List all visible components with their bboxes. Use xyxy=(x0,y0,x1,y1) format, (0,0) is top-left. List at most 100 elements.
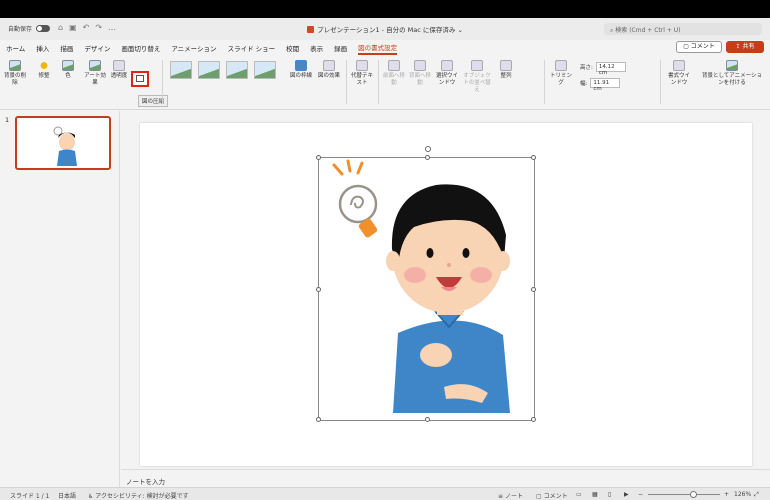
save-icon[interactable]: ▣ xyxy=(69,23,77,32)
width-field[interactable]: 11.91 cm xyxy=(590,78,621,92)
color-icon xyxy=(62,60,74,71)
accessibility-status[interactable]: ♿ アクセシビリティ: 検討が必要です xyxy=(88,491,189,500)
language-indicator[interactable]: 日本語 xyxy=(58,491,76,500)
resize-handle-b[interactable] xyxy=(425,417,430,422)
artistic-effects-button[interactable]: アート効果 xyxy=(84,60,106,87)
undo-icon[interactable]: ↶ xyxy=(83,23,90,32)
compress-pictures-button[interactable] xyxy=(131,71,149,87)
ribbon-separator xyxy=(162,60,163,104)
slide-thumbnail-pane: 1 xyxy=(0,111,120,487)
ribbon-separator xyxy=(544,60,545,104)
picture-style-4[interactable] xyxy=(254,61,276,79)
ribbon-tabs: ホーム 挿入 描画 デザイン 画面切り替え アニメーション スライド ショー 校… xyxy=(0,40,770,56)
title-bar: 自動保存 ⌂ ▣ ↶ ↷ … プレゼンテーション1 - 自分の Mac に保存済… xyxy=(0,18,770,40)
quick-access-toolbar: ⌂ ▣ ↶ ↷ … xyxy=(58,23,116,32)
comments-toggle[interactable]: ▢ コメント xyxy=(536,491,568,500)
powerpoint-window: 自動保存 ⌂ ▣ ↶ ↷ … プレゼンテーション1 - 自分の Mac に保存済… xyxy=(0,18,770,500)
ribbon-separator xyxy=(378,60,379,104)
selection-pane-button[interactable]: 選択ウインドウ xyxy=(434,60,460,87)
resize-handle-r[interactable] xyxy=(531,287,536,292)
compress-tooltip: 図の圧縮 xyxy=(138,95,169,107)
tab-picture-format[interactable]: 図の書式設定 xyxy=(358,42,398,55)
picture-style-1[interactable] xyxy=(170,61,192,79)
format-pane-icon xyxy=(673,60,685,71)
tab-draw[interactable]: 描画 xyxy=(60,43,73,53)
fit-to-window-icon[interactable]: ⤢ xyxy=(754,491,759,499)
remove-background-button[interactable]: 背景の削除 xyxy=(4,60,26,87)
picture-style-2[interactable] xyxy=(198,61,220,79)
align-button[interactable]: 整列 xyxy=(496,60,516,80)
send-backward-button[interactable]: 背面へ移動 xyxy=(408,60,432,87)
tab-record[interactable]: 録画 xyxy=(334,43,347,53)
resize-handle-l[interactable] xyxy=(316,287,321,292)
width-control: 幅: 11.91 cm xyxy=(580,78,621,92)
tab-animations[interactable]: アニメーション xyxy=(171,43,216,53)
picture-styles-gallery xyxy=(170,61,276,79)
picture-effects-button[interactable]: 図の効果 xyxy=(316,60,342,80)
share-button[interactable]: ⇪ 共有 xyxy=(726,41,764,53)
tab-slideshow[interactable]: スライド ショー xyxy=(228,43,276,53)
slide-canvas[interactable] xyxy=(140,123,752,466)
picture-effects-icon xyxy=(323,60,335,71)
tab-home[interactable]: ホーム xyxy=(6,43,25,53)
picture-style-3[interactable] xyxy=(226,61,248,79)
resize-handle-t[interactable] xyxy=(425,155,430,160)
height-field[interactable]: 14.12 cm xyxy=(595,62,626,76)
slide-sorter-icon[interactable]: ▦ xyxy=(592,491,598,498)
zoom-level[interactable]: 126% xyxy=(734,491,751,498)
zoom-slider[interactable] xyxy=(648,491,720,498)
autosave-toggle[interactable] xyxy=(36,25,51,32)
bring-forward-icon xyxy=(388,60,400,71)
rotate-handle[interactable] xyxy=(425,146,431,152)
crop-icon xyxy=(555,60,567,71)
picture-border-button[interactable]: 図の枠線 xyxy=(288,60,314,80)
slide-number: 1 xyxy=(5,116,10,124)
resize-handle-tr[interactable] xyxy=(531,155,536,160)
zoom-in-icon[interactable]: + xyxy=(724,491,729,498)
tab-transitions[interactable]: 画面切り替え xyxy=(121,43,160,53)
alt-text-button[interactable]: 代替テキスト xyxy=(350,60,374,87)
transparency-icon xyxy=(113,60,125,71)
animate-as-background-button[interactable]: 背景としてアニメーションを付ける xyxy=(700,60,764,87)
search-input[interactable]: ⌕ 検索 (Cmd + Ctrl + U) xyxy=(604,23,762,35)
crop-button[interactable]: トリミング xyxy=(548,60,574,87)
resize-handle-tl[interactable] xyxy=(316,155,321,160)
redo-icon[interactable]: ↷ xyxy=(95,23,102,32)
bring-forward-button[interactable]: 前面へ移動 xyxy=(382,60,406,87)
comment-button[interactable]: ▢ コメント xyxy=(676,41,722,53)
tab-insert[interactable]: 挿入 xyxy=(36,43,49,53)
powerpoint-icon xyxy=(307,26,315,33)
resize-handle-br[interactable] xyxy=(531,417,536,422)
slide-editor xyxy=(121,111,770,469)
zoom-out-icon[interactable]: − xyxy=(638,491,643,498)
transparency-button[interactable]: 透明度 xyxy=(108,60,130,80)
normal-view-icon[interactable]: ▭ xyxy=(576,491,582,498)
status-bar: スライド 1 / 1 日本語 ♿ アクセシビリティ: 検討が必要です ≡ ノート… xyxy=(0,487,770,500)
arrange-objects-button[interactable]: オブジェクトの並べ替え xyxy=(462,60,492,94)
color-button[interactable]: 色 xyxy=(58,60,78,80)
alt-text-icon xyxy=(356,60,368,71)
tab-view[interactable]: 表示 xyxy=(310,43,323,53)
notes-toggle[interactable]: ≡ ノート xyxy=(498,491,523,500)
tab-design[interactable]: デザイン xyxy=(84,43,110,53)
slideshow-icon[interactable]: ▶ xyxy=(624,491,629,498)
tab-review[interactable]: 校閲 xyxy=(286,43,299,53)
autosave-control[interactable]: 自動保存 xyxy=(8,24,51,33)
reading-view-icon[interactable]: ▯ xyxy=(608,491,611,498)
format-pane-button[interactable]: 書式ウインドウ xyxy=(666,60,692,87)
more-icon[interactable]: … xyxy=(108,23,116,32)
notes-pane[interactable]: ノートを入力 xyxy=(121,469,770,487)
send-backward-icon xyxy=(414,60,426,71)
zoom-slider-knob[interactable] xyxy=(689,491,697,498)
ribbon-separator xyxy=(660,60,661,104)
selected-picture-frame[interactable] xyxy=(316,146,536,422)
slide-thumbnail[interactable] xyxy=(15,116,111,170)
ribbon-picture-format: 背景の削除 修整 色 アート効果 透明度 図の圧縮 図の枠線 図の効果 代替テキ… xyxy=(0,56,770,110)
autosave-label: 自動保存 xyxy=(8,26,33,33)
animate-as-background-icon xyxy=(726,60,738,71)
corrections-button[interactable]: 修整 xyxy=(34,60,54,80)
home-icon[interactable]: ⌂ xyxy=(58,23,63,32)
resize-handle-bl[interactable] xyxy=(316,417,321,422)
comments-icon: ▢ xyxy=(536,493,544,500)
width-label: 幅: xyxy=(580,81,588,87)
